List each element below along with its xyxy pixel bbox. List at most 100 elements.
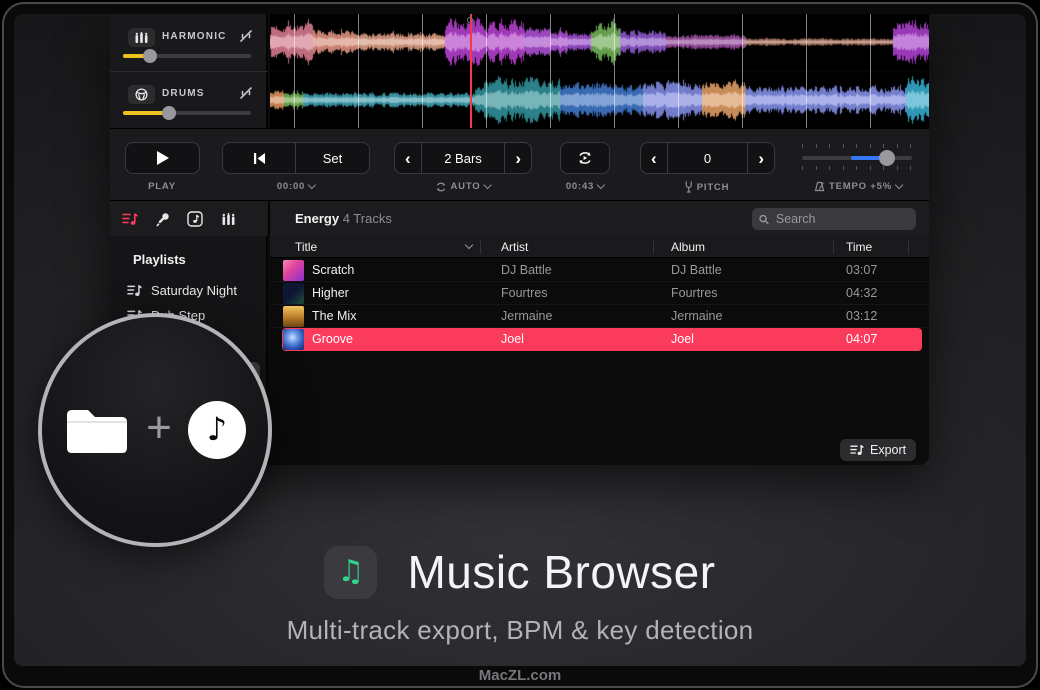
beat-grid-line <box>870 14 871 128</box>
harmonic-label: HARMONIC <box>162 31 227 42</box>
beat-grid-line <box>486 14 487 128</box>
tempo-tick <box>910 144 911 148</box>
collection-title: Energy 4 Tracks <box>295 211 392 226</box>
tempo-tick <box>816 166 817 170</box>
loop-length-increase-button[interactable]: › <box>505 143 531 173</box>
tempo-tick <box>843 144 844 148</box>
track-table: Title Artist Album Time ScratchDJ Battle… <box>270 236 929 465</box>
loop-length-decrease-button[interactable]: ‹ <box>395 143 421 173</box>
folder-icon <box>64 405 130 455</box>
tab-music-library[interactable] <box>185 210 205 228</box>
chevron-down-icon <box>483 181 491 189</box>
beat-grid-line <box>550 14 551 128</box>
tempo-tick <box>802 144 803 148</box>
tuning-fork-icon <box>685 181 693 193</box>
loop-arrows-icon <box>436 182 447 192</box>
cue-marker <box>467 17 473 23</box>
beat-grid-line <box>294 14 295 128</box>
tempo-tick <box>829 166 830 170</box>
search-box[interactable] <box>752 208 916 230</box>
drums-waveform[interactable] <box>270 72 929 128</box>
beat-grid-line <box>358 14 359 128</box>
tempo-label[interactable]: TEMPO +5% <box>814 181 902 192</box>
playlist-icon <box>127 284 142 297</box>
column-album[interactable]: Album <box>671 240 705 254</box>
column-title[interactable]: Title <box>295 240 317 254</box>
album-art <box>283 260 304 281</box>
tempo-slider-knob[interactable] <box>879 150 895 166</box>
play-label: PLAY <box>148 181 176 192</box>
chevron-down-icon <box>895 181 903 189</box>
loop-button[interactable] <box>560 142 610 174</box>
metronome-icon <box>814 181 825 192</box>
table-header: Title Artist Album Time <box>270 236 929 258</box>
sort-chevron-icon[interactable] <box>465 241 473 249</box>
export-button[interactable]: Export <box>840 439 916 461</box>
tempo-tick <box>816 144 817 148</box>
pitch-control: ‹ 0 › <box>640 142 775 174</box>
tempo-tick <box>910 166 911 170</box>
pitch-value[interactable]: 0 <box>668 143 748 173</box>
caption-title: Music Browser <box>407 545 715 599</box>
table-row-higher[interactable]: HigherFourtresFourtres04:32 <box>270 282 929 305</box>
music-browser-icon: ♫ <box>324 546 377 599</box>
pitch-decrease-button[interactable]: ‹ <box>641 143 667 173</box>
sidebar-item-saturday-night[interactable]: Saturday Night <box>127 283 237 298</box>
import-sources-badge: + ♪ <box>38 313 272 547</box>
tab-instruments[interactable] <box>218 210 238 228</box>
export-label: Export <box>870 443 906 457</box>
search-icon <box>759 214 769 225</box>
cue-time-label[interactable]: 00:00 <box>277 181 315 192</box>
tempo-tick <box>870 144 871 148</box>
column-time[interactable]: Time <box>846 240 872 254</box>
drums-mute-icon[interactable] <box>238 85 254 101</box>
tab-playlists[interactable] <box>120 210 140 228</box>
loop-length-value[interactable]: 2 Bars <box>422 143 505 173</box>
set-cue-button[interactable]: Set <box>296 143 369 173</box>
harmonic-waveform[interactable] <box>270 14 929 70</box>
chevron-down-icon <box>597 181 605 189</box>
cue-set-control: Set <box>222 142 370 174</box>
tempo-tick <box>883 166 884 170</box>
export-playlist-icon <box>850 444 864 456</box>
tempo-slider-track[interactable] <box>802 156 912 160</box>
beat-grid-line <box>742 14 743 128</box>
skip-to-start-button[interactable] <box>223 143 295 173</box>
plus-icon: + <box>146 406 172 450</box>
beat-grid-line <box>806 14 807 128</box>
browser-header: Energy 4 Tracks <box>110 200 929 236</box>
pitch-increase-button[interactable]: › <box>748 143 774 173</box>
watermark: MacZL.com <box>0 667 1040 684</box>
drums-volume-slider[interactable] <box>123 111 251 115</box>
play-button[interactable] <box>125 142 200 174</box>
column-artist[interactable]: Artist <box>501 240 528 254</box>
chevron-down-icon <box>308 181 316 189</box>
drums-label: DRUMS <box>162 88 205 99</box>
collection-name: Energy <box>295 211 339 226</box>
collection-count: 4 Tracks <box>343 211 392 226</box>
tab-microphone[interactable] <box>152 210 172 228</box>
harmonic-slider-knob[interactable] <box>143 49 157 63</box>
search-input[interactable] <box>774 211 909 227</box>
tempo-tick <box>829 144 830 148</box>
tempo-tick <box>802 166 803 170</box>
loop-length-control: ‹ 2 Bars › <box>394 142 532 174</box>
drums-stem-row: DRUMS <box>110 71 268 128</box>
table-row-the-mix[interactable]: The MixJermaineJermaine03:12 <box>270 305 929 328</box>
drums-slider-knob[interactable] <box>162 106 176 120</box>
waveform-display[interactable] <box>270 14 929 128</box>
auto-loop-label[interactable]: AUTO <box>436 181 491 192</box>
harmonic-icon <box>128 28 155 47</box>
beat-grid-line <box>678 14 679 128</box>
album-art <box>283 329 304 350</box>
stems-panel: HARMONIC DRUMS <box>110 14 268 128</box>
table-row-scratch[interactable]: ScratchDJ BattleDJ Battle03:07 <box>270 259 929 282</box>
music-note-circle-icon: ♪ <box>188 401 246 459</box>
harmonic-mute-icon[interactable] <box>238 28 254 44</box>
table-row-groove[interactable]: GrooveJoelJoel04:07 <box>282 328 922 351</box>
harmonic-volume-slider[interactable] <box>123 54 251 58</box>
caption-subtitle: Multi-track export, BPM & key detection <box>287 615 754 646</box>
tempo-tick <box>883 144 884 148</box>
tempo-tick <box>843 166 844 170</box>
loop-time-label[interactable]: 00:43 <box>566 181 604 192</box>
